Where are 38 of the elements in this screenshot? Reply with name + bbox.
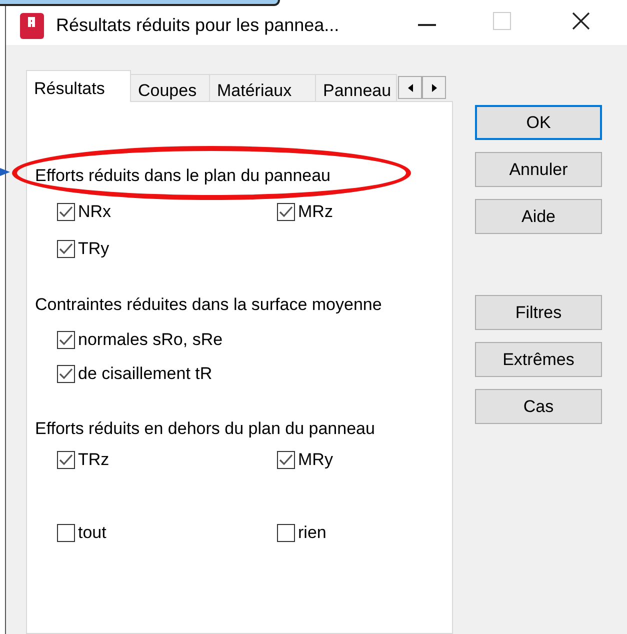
dialog-button[interactable]: Aide: [475, 199, 602, 234]
dialog-button[interactable]: Cas: [475, 389, 602, 424]
window-title: Résultats réduits pour les pannea...: [56, 14, 340, 37]
checkbox-label: TRy: [78, 238, 110, 260]
section-heading: Efforts réduits dans le plan du panneau: [35, 166, 331, 185]
checkbox[interactable]: [57, 240, 75, 258]
scroll-left-button[interactable]: [398, 76, 422, 99]
dialog-button[interactable]: Filtres: [475, 295, 602, 330]
checkbox[interactable]: [277, 451, 295, 469]
checkbox-label: normales sRo, sRe: [78, 329, 223, 352]
checkbox-label: NRx: [78, 200, 112, 223]
checkbox-label: MRz: [298, 200, 333, 223]
app-logo-icon: [20, 12, 44, 38]
scroll-right-button[interactable]: [422, 76, 446, 99]
tab[interactable]: Coupes: [130, 74, 210, 101]
section-heading: Contraintes réduites dans la surface moyenne: [35, 295, 382, 314]
checkbox-label: de cisaillement tR: [78, 363, 212, 386]
checkbox-label: TRz: [78, 449, 110, 472]
checkbox[interactable]: [277, 202, 295, 220]
checkbox-label: rien: [298, 522, 326, 544]
checkbox[interactable]: [57, 451, 75, 469]
checkbox[interactable]: [277, 524, 295, 542]
checkbox[interactable]: [57, 202, 75, 220]
left-arrow-icon: [406, 82, 414, 92]
tab[interactable]: Résultats: [26, 70, 131, 102]
checkbox-label: MRy: [298, 449, 333, 472]
checkbox[interactable]: [57, 331, 75, 349]
close-icon[interactable]: [572, 12, 590, 30]
arrow-tip-icon: [0, 166, 10, 178]
dialog-button[interactable]: OK: [475, 105, 602, 140]
checkbox[interactable]: [57, 524, 75, 542]
dialog-button[interactable]: Annuler: [475, 152, 602, 187]
tab[interactable]: Panneau: [315, 74, 397, 101]
checkbox[interactable]: [57, 365, 75, 383]
section-heading: Efforts réduits en dehors du plan du panneau: [35, 419, 375, 438]
right-arrow-icon: [430, 82, 438, 92]
dialog-button[interactable]: Extrêmes: [475, 342, 602, 377]
checkbox-label: tout: [78, 522, 106, 544]
